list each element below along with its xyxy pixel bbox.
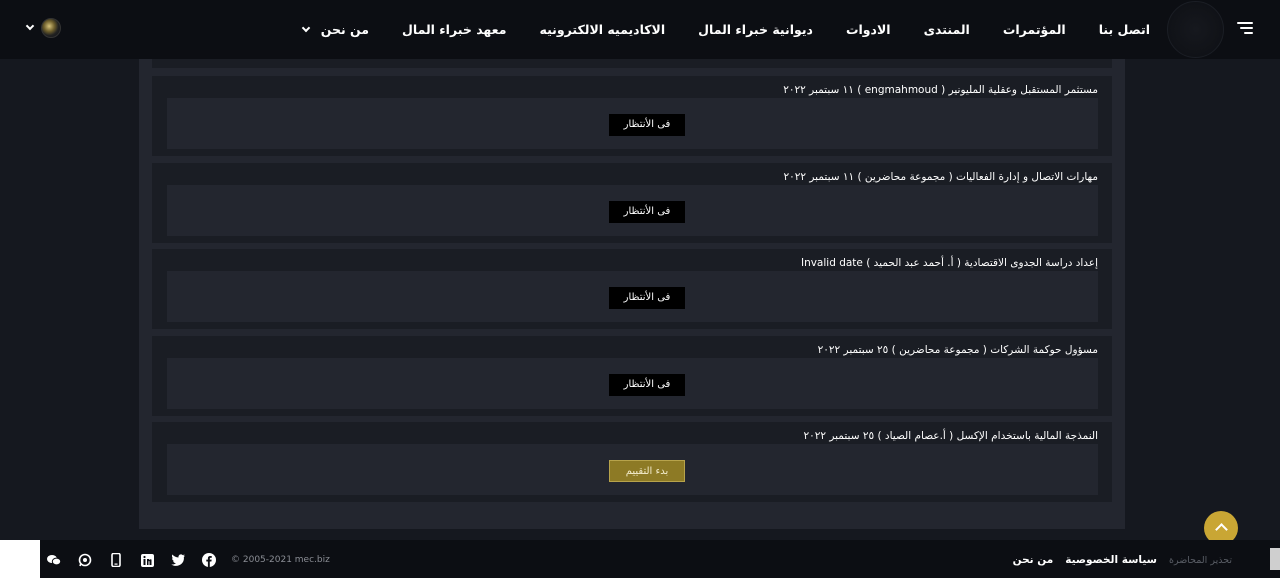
- avatar[interactable]: [41, 18, 61, 38]
- nav-item-about[interactable]: من نحن: [301, 22, 370, 37]
- course-card-body: فى الأنتظار: [167, 271, 1098, 322]
- course-title: مستثمر المستقبل وعقلية المليونير ( engma…: [783, 84, 1098, 96]
- user-menu[interactable]: [25, 18, 61, 38]
- page-edge: [0, 540, 40, 578]
- start-evaluation-button[interactable]: بدء التقييم: [609, 460, 685, 482]
- course-title: النمذجة المالية باستخدام الإكسل ( أ.عصام…: [803, 430, 1098, 442]
- chevron-down-icon: [301, 23, 310, 32]
- course-card: إعداد دراسة الجدوى الاقتصادية ( أ. أحمد …: [152, 249, 1112, 329]
- main-nav: من نحن معهد خبراء المال الاكاديميه الالك…: [270, 0, 1150, 59]
- chevron-down-icon[interactable]: [25, 21, 35, 31]
- card-previous-fragment: [152, 59, 1112, 68]
- nav-item-diwaniya[interactable]: ديوانية خبراء المال: [698, 22, 813, 37]
- waiting-button[interactable]: فى الأنتظار: [609, 374, 685, 396]
- course-card-body: فى الأنتظار: [167, 98, 1098, 149]
- waiting-button[interactable]: فى الأنتظار: [609, 114, 685, 136]
- site-logo[interactable]: [1167, 1, 1224, 58]
- course-card: مهارات الاتصال و إدارة الفعاليات ( مجموع…: [152, 163, 1112, 243]
- phone-icon[interactable]: [109, 553, 123, 567]
- nav-item-label: من نحن: [320, 22, 370, 37]
- footer-social: © 2005-2021 mec.biz: [47, 553, 330, 567]
- wechat-icon[interactable]: [47, 553, 61, 567]
- waiting-button[interactable]: فى الأنتظار: [609, 201, 685, 223]
- site-header: من نحن معهد خبراء المال الاكاديميه الالك…: [0, 0, 1280, 59]
- hamburger-icon[interactable]: [1237, 22, 1253, 36]
- facebook-icon[interactable]: [202, 553, 216, 567]
- nav-item-academy[interactable]: الاكاديميه الالكترونيه: [539, 22, 665, 37]
- course-title: إعداد دراسة الجدوى الاقتصادية ( أ. أحمد …: [800, 257, 1098, 269]
- course-card-body: فى الأنتظار: [167, 185, 1098, 236]
- course-card-body: بدء التقييم: [167, 444, 1098, 495]
- nav-item-tools[interactable]: الادوات: [846, 22, 891, 37]
- course-card: مستثمر المستقبل وعقلية المليونير ( engma…: [152, 76, 1112, 156]
- footer-muted-text: تحذير المحاضرة: [1168, 554, 1232, 566]
- nav-item-conferences[interactable]: المؤتمرات: [1003, 22, 1066, 37]
- nav-item-contact[interactable]: اتصل بنا: [1099, 22, 1150, 37]
- waiting-button[interactable]: فى الأنتظار: [609, 287, 685, 309]
- nav-item-forum[interactable]: المنتدى: [924, 22, 970, 37]
- twitter-icon[interactable]: [171, 553, 185, 567]
- course-card: مسؤول حوكمة الشركات ( مجموعة محاضرين ) ٢…: [152, 336, 1112, 416]
- copyright-text: © 2005-2021 mec.biz: [231, 555, 330, 565]
- nav-item-institute[interactable]: معهد خبراء المال: [402, 22, 506, 37]
- footer-privacy-link[interactable]: سياسة الخصوصية: [1065, 554, 1157, 566]
- scrollbar-thumb[interactable]: [1270, 548, 1280, 570]
- site-footer: © 2005-2021 mec.biz من نحن سياسة الخصوصي…: [40, 540, 1280, 578]
- footer-about-link[interactable]: من نحن: [1013, 554, 1054, 566]
- course-title: مهارات الاتصال و إدارة الفعاليات ( مجموع…: [783, 171, 1098, 183]
- footer-links: من نحن سياسة الخصوصية تحذير المحاضرة: [1001, 554, 1232, 566]
- linkedin-icon[interactable]: [140, 553, 154, 567]
- course-card: النمذجة المالية باستخدام الإكسل ( أ.عصام…: [152, 422, 1112, 502]
- whatsapp-icon[interactable]: [78, 553, 92, 567]
- course-title: مسؤول حوكمة الشركات ( مجموعة محاضرين ) ٢…: [817, 344, 1098, 356]
- course-card-body: فى الأنتظار: [167, 358, 1098, 409]
